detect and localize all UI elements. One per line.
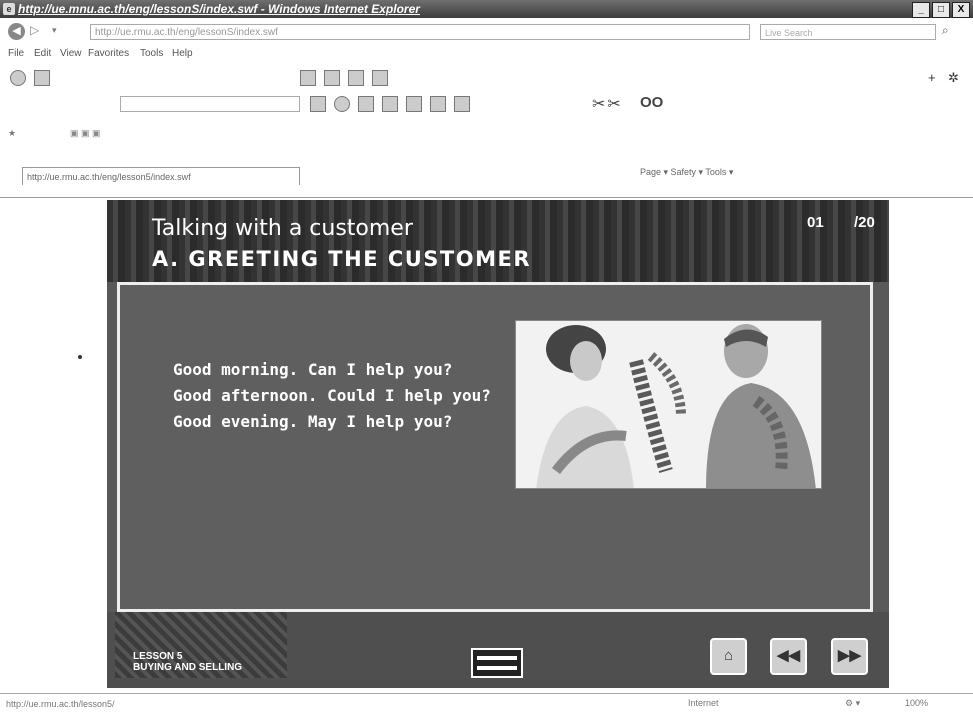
status-url: http://ue.rmu.ac.th/lesson5/ bbox=[6, 699, 115, 709]
status-zone: Internet bbox=[688, 698, 719, 708]
lesson-header: Talking with a customer A. GREETING THE … bbox=[107, 200, 889, 282]
address-bar-row: ◀ ▷ ▾ http://ue.rmu.ac.th/eng/lessonS/in… bbox=[0, 22, 973, 44]
tool-d-icon[interactable] bbox=[382, 96, 398, 112]
add-icon[interactable]: + bbox=[928, 70, 936, 85]
toolbar-search-icon[interactable] bbox=[34, 70, 50, 86]
back-icon[interactable]: ◀ bbox=[8, 23, 25, 40]
ie-icon: e bbox=[3, 3, 15, 15]
window-title: http://ue.mnu.ac.th/eng/lessonS/index.sw… bbox=[18, 2, 420, 16]
toolbar-row-2: ✂✂ OO bbox=[0, 94, 973, 116]
cursor-dot bbox=[78, 355, 82, 359]
toolbar-globe-icon[interactable] bbox=[10, 70, 26, 86]
menu-view[interactable]: View bbox=[60, 48, 82, 59]
tool-f-icon[interactable] bbox=[430, 96, 446, 112]
toolbar-search-field[interactable] bbox=[120, 96, 300, 112]
previous-button[interactable]: ◀◀ bbox=[770, 638, 807, 675]
lesson-subtitle: A. GREETING THE CUSTOMER bbox=[152, 247, 532, 271]
toolbar-print-icon[interactable] bbox=[348, 70, 364, 86]
toolbar-feed-icon[interactable] bbox=[324, 70, 340, 86]
lesson-content-frame: Good morning. Can I help you? Good after… bbox=[117, 282, 873, 612]
page-current: 01 bbox=[807, 214, 824, 231]
customer-photo bbox=[515, 320, 822, 489]
status-bar: http://ue.rmu.ac.th/lesson5/ Internet ⚙ … bbox=[0, 693, 973, 714]
search-input[interactable]: Live Search bbox=[760, 24, 936, 40]
tool-a-icon[interactable] bbox=[310, 96, 326, 112]
toolbar-binoculars-icon[interactable]: OO bbox=[640, 94, 663, 111]
favorites-star-icon[interactable]: ★ bbox=[8, 128, 16, 139]
menu-toggle-button[interactable] bbox=[471, 648, 523, 678]
search-icon[interactable]: ⌕ bbox=[942, 23, 949, 38]
tool-e-icon[interactable] bbox=[406, 96, 422, 112]
menu-bar: File Edit View Favorites Tools Help bbox=[0, 48, 973, 64]
minimize-button[interactable]: _ bbox=[912, 2, 930, 18]
customer-photo-illustration bbox=[516, 321, 821, 488]
next-button[interactable]: ▶▶ bbox=[831, 638, 868, 675]
zoom-level[interactable]: 100% bbox=[905, 698, 928, 708]
menu-edit[interactable]: Edit bbox=[34, 48, 51, 59]
history-dropdown-icon[interactable]: ▾ bbox=[52, 25, 57, 36]
window-titlebar: e http://ue.mnu.ac.th/eng/lessonS/index.… bbox=[0, 0, 973, 18]
tab-bar: http://ue.rmu.ac.th/eng/lesson5/index.sw… bbox=[0, 147, 973, 198]
lesson-player[interactable]: Talking with a customer A. GREETING THE … bbox=[107, 200, 889, 688]
tab-active[interactable]: http://ue.rmu.ac.th/eng/lesson5/index.sw… bbox=[22, 167, 300, 185]
lesson-number: LESSON 5 bbox=[133, 651, 183, 662]
dialogue-line-1: Good morning. Can I help you? bbox=[173, 360, 453, 379]
protected-mode-icon[interactable]: ⚙ ▾ bbox=[845, 698, 860, 709]
favorites-links-icon[interactable]: ▣ ▣ ▣ bbox=[70, 128, 101, 139]
page-total: /20 bbox=[854, 214, 875, 231]
lesson-footer: LESSON 5 BUYING AND SELLING ⌂ ◀◀ ▶▶ bbox=[107, 612, 889, 688]
gear-icon[interactable]: ✲ bbox=[948, 70, 959, 86]
lesson-name: BUYING AND SELLING bbox=[133, 662, 243, 673]
dialogue-line-2: Good afternoon. Could I help you? bbox=[173, 386, 491, 405]
tool-g-icon[interactable] bbox=[454, 96, 470, 112]
forward-icon[interactable]: ▷ bbox=[30, 23, 39, 37]
command-bar[interactable]: Page ▾ Safety ▾ Tools ▾ bbox=[640, 167, 733, 178]
close-button[interactable]: X bbox=[952, 2, 970, 18]
menu-favorites[interactable]: Favorites bbox=[88, 48, 129, 59]
address-input[interactable]: http://ue.rmu.ac.th/eng/lessonS/index.sw… bbox=[90, 24, 750, 40]
menu-tools[interactable]: Tools bbox=[140, 48, 163, 59]
lesson-badge: LESSON 5 BUYING AND SELLING bbox=[115, 612, 287, 678]
maximize-button[interactable]: □ bbox=[932, 2, 950, 18]
toolbar-mail-icon[interactable] bbox=[300, 70, 316, 86]
home-button[interactable]: ⌂ bbox=[710, 638, 747, 675]
favorites-bar: ★ ▣ ▣ ▣ bbox=[0, 126, 973, 146]
tool-b-icon[interactable] bbox=[334, 96, 350, 112]
menu-file[interactable]: File bbox=[8, 48, 24, 59]
menu-help[interactable]: Help bbox=[172, 48, 193, 59]
dialogue-line-3: Good evening. May I help you? bbox=[173, 412, 453, 431]
lesson-title: Talking with a customer bbox=[152, 216, 413, 241]
toolbar-row-1: + ✲ bbox=[0, 68, 973, 88]
tool-c-icon[interactable] bbox=[358, 96, 374, 112]
toolbar-page-icon[interactable] bbox=[372, 70, 388, 86]
toolbar-scissors-icon[interactable]: ✂✂ bbox=[592, 94, 623, 114]
